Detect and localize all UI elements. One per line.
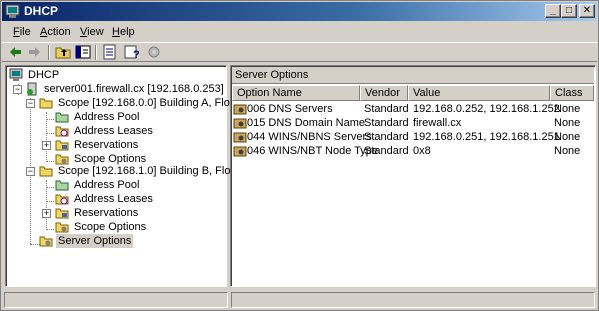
tree-node-label: Reservations (74, 207, 139, 219)
minimize-button[interactable]: _ (545, 4, 561, 18)
tree-connector (46, 187, 54, 188)
cell-value: 192.168.0.252, 192.168.1.252 (413, 103, 560, 115)
cell-option-name: 046 WINS/NBT Node Type (247, 145, 379, 157)
option-icon (233, 146, 247, 157)
address-pool-icon (55, 112, 69, 123)
dhcp-server-icon (27, 82, 37, 96)
column-header-value[interactable]: Value (408, 85, 550, 101)
cell-class: None (554, 103, 581, 115)
tree-node-label: Scope [192.168.0.0] Building A, Floor 1 (58, 97, 249, 109)
menu-help[interactable]: Help (112, 25, 135, 39)
cell-vendor: Standard (364, 131, 409, 143)
toolbar: ? (2, 42, 597, 62)
menu-bar: File Action View Help (2, 23, 597, 41)
list-item[interactable]: 015 DNS Domain Name Standard firewall.cx… (233, 116, 593, 130)
cell-class: None (554, 117, 581, 129)
tree-node-label: Scope Options (74, 221, 147, 233)
column-header-row: Option Name Vendor Value Class (232, 85, 594, 101)
reservations-icon (55, 140, 69, 151)
cell-option-name: 006 DNS Servers (247, 103, 333, 115)
help-icon[interactable]: ? (123, 44, 141, 60)
tree-node-label: Address Pool (74, 111, 140, 123)
tree-connector (46, 119, 54, 120)
svg-text:?: ? (133, 49, 140, 60)
tree-node-label: Reservations (74, 139, 139, 151)
tree-connector (46, 133, 54, 134)
expand-toggle[interactable]: + (42, 141, 51, 150)
scope-options-icon (55, 222, 69, 233)
title-bar[interactable]: DHCP _ □ ✕ (2, 2, 597, 21)
list-item[interactable]: 006 DNS Servers Standard 192.168.0.252, … (233, 102, 593, 116)
column-header-class[interactable]: Class (550, 85, 594, 101)
console-tree-pane[interactable]: DHCP − server001.firewall.cx [192.168.0.… (5, 65, 249, 287)
cell-option-name: 015 DNS Domain Name (247, 117, 365, 129)
cell-vendor: Standard (364, 145, 409, 157)
server-options-icon (39, 236, 53, 247)
collapse-toggle[interactable]: − (13, 85, 22, 94)
tree-connector (46, 201, 54, 202)
back-arrow-icon[interactable] (6, 44, 24, 60)
dhcp-window: DHCP _ □ ✕ File Action View Help ? DHCP … (0, 0, 599, 311)
list-item[interactable]: 046 WINS/NBT Node Type Standard 0x8 None (233, 144, 593, 158)
options-icon[interactable] (145, 44, 163, 60)
menu-action[interactable]: Action (40, 25, 71, 39)
tree-node-label: Address Leases (74, 125, 153, 137)
status-panel-right (231, 292, 595, 308)
tree-node-label: Address Pool (74, 179, 140, 191)
dhcp-app-icon (5, 4, 20, 18)
column-header-option-name[interactable]: Option Name (232, 85, 360, 101)
forward-arrow-icon[interactable] (26, 44, 44, 60)
folder-icon (39, 98, 53, 109)
folder-icon (39, 166, 53, 177)
maximize-button[interactable]: □ (561, 4, 577, 18)
expand-toggle[interactable]: + (42, 209, 51, 218)
tree-connector (46, 229, 54, 230)
tree-node-label: Scope [192.168.1.0] Building B, Floor 1 (58, 165, 250, 177)
collapse-toggle[interactable]: − (26, 167, 35, 176)
cell-value: 0x8 (413, 145, 431, 157)
cell-value: 192.168.0.251, 192.168.1.251 (413, 131, 560, 143)
collapse-toggle[interactable]: − (26, 99, 35, 108)
menu-file[interactable]: File (13, 25, 31, 39)
properties-icon[interactable] (101, 44, 119, 60)
tree-node-label: server001.firewall.cx [192.168.0.253] (44, 83, 224, 95)
dhcp-root-icon (9, 68, 23, 81)
status-bar (2, 291, 597, 309)
tree-node-label: Address Leases (74, 193, 153, 205)
column-header-vendor[interactable]: Vendor (360, 85, 408, 101)
tree-connector (46, 161, 54, 162)
toolbar-separator (95, 45, 97, 60)
menu-view[interactable]: View (80, 25, 104, 39)
option-icon (233, 104, 247, 115)
close-button[interactable]: ✕ (579, 4, 595, 18)
cell-value: firewall.cx (413, 117, 462, 129)
toolbar-separator (48, 45, 50, 60)
cell-vendor: Standard (364, 103, 409, 115)
window-title: DHCP (24, 4, 59, 18)
details-pane[interactable]: Server Options Option Name Vendor Value … (230, 65, 596, 287)
show-hide-tree-icon[interactable] (74, 44, 92, 60)
option-icon (233, 118, 247, 129)
up-folder-icon[interactable] (54, 44, 72, 60)
cell-vendor: Standard (364, 117, 409, 129)
cell-class: None (554, 131, 581, 143)
reservations-icon (55, 208, 69, 219)
status-panel-left (4, 292, 228, 308)
tree-node-label: Server Options (56, 234, 134, 248)
address-pool-icon (55, 180, 69, 191)
details-pane-title: Server Options (232, 67, 594, 84)
tree-node-label: DHCP (28, 69, 60, 81)
address-leases-icon (55, 194, 69, 205)
cell-option-name: 044 WINS/NBNS Servers (247, 131, 372, 143)
cell-class: None (554, 145, 581, 157)
option-icon (233, 132, 247, 143)
address-leases-icon (55, 126, 69, 137)
list-item[interactable]: 044 WINS/NBNS Servers Standard 192.168.0… (233, 130, 593, 144)
